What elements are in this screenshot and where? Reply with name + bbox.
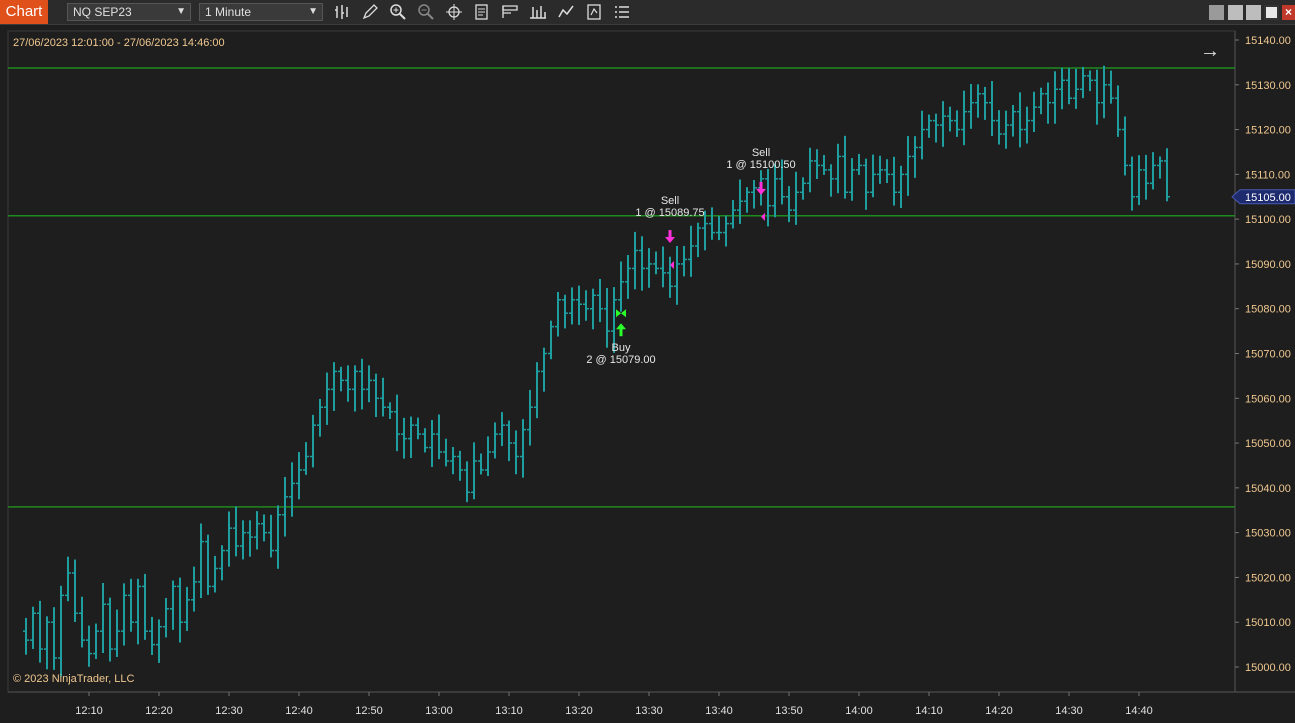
price-tick-label: 15020.00 bbox=[1245, 572, 1291, 584]
time-tick-label: 14:30 bbox=[1055, 705, 1083, 717]
price-tick-label: 15070.00 bbox=[1245, 349, 1291, 361]
time-tick-label: 12:20 bbox=[145, 705, 173, 717]
price-chart[interactable]: 15140.00 15130.00 15120.00 15110.00 15100.00… bbox=[0, 0, 1295, 723]
scroll-to-end-icon[interactable]: → bbox=[1200, 40, 1220, 63]
time-tick-label: 13:10 bbox=[495, 705, 523, 717]
price-tick-label: 15120.00 bbox=[1245, 125, 1291, 137]
date-range-label: 27/06/2023 12:01:00 - 27/06/2023 14:46:0… bbox=[13, 37, 225, 49]
price-tick-label: 15060.00 bbox=[1245, 393, 1291, 405]
price-tick-label: 15130.00 bbox=[1245, 80, 1291, 92]
time-tick-label: 12:10 bbox=[75, 705, 103, 717]
trade-label: Sell bbox=[752, 147, 770, 159]
sell-arrow-stem bbox=[759, 181, 763, 190]
time-tick-label: 12:30 bbox=[215, 705, 243, 717]
time-tick-label: 14:40 bbox=[1125, 705, 1153, 717]
last-price-label: 15105.00 bbox=[1245, 192, 1291, 204]
sell-arrow-stem bbox=[668, 230, 672, 239]
time-tick-label: 13:00 bbox=[425, 705, 453, 717]
trade-label: Sell bbox=[661, 195, 679, 207]
time-tick-label: 13:50 bbox=[775, 705, 803, 717]
price-tick-label: 15080.00 bbox=[1245, 304, 1291, 316]
time-tick-label: 14:00 bbox=[845, 705, 873, 717]
price-tick-label: 15040.00 bbox=[1245, 483, 1291, 495]
time-tick-label: 13:40 bbox=[705, 705, 733, 717]
copyright-label: © 2023 NinjaTrader, LLC bbox=[13, 673, 135, 685]
price-tick-label: 15110.00 bbox=[1245, 169, 1290, 181]
time-tick-label: 13:20 bbox=[565, 705, 593, 717]
time-tick-label: 12:50 bbox=[355, 705, 383, 717]
price-tick-label: 15030.00 bbox=[1245, 528, 1291, 540]
time-tick-label: 12:40 bbox=[285, 705, 313, 717]
price-tick-label: 15090.00 bbox=[1245, 259, 1291, 271]
trade-detail: 2 @ 15079.00 bbox=[586, 354, 655, 366]
time-tick-label: 14:20 bbox=[985, 705, 1013, 717]
buy-arrow-stem bbox=[619, 328, 623, 337]
trade-label: Buy bbox=[612, 342, 631, 354]
price-tick-label: 15010.00 bbox=[1245, 617, 1291, 629]
price-tick-label: 15140.00 bbox=[1245, 35, 1291, 47]
price-tick-label: 15000.00 bbox=[1245, 662, 1291, 674]
price-tick-label: 15100.00 bbox=[1245, 214, 1291, 226]
time-tick-label: 14:10 bbox=[915, 705, 943, 717]
price-tick-label: 15050.00 bbox=[1245, 438, 1291, 450]
time-tick-label: 13:30 bbox=[635, 705, 663, 717]
trade-detail: 1 @ 15100.50 bbox=[726, 159, 795, 171]
trade-detail: 1 @ 15089.75 bbox=[635, 207, 704, 219]
